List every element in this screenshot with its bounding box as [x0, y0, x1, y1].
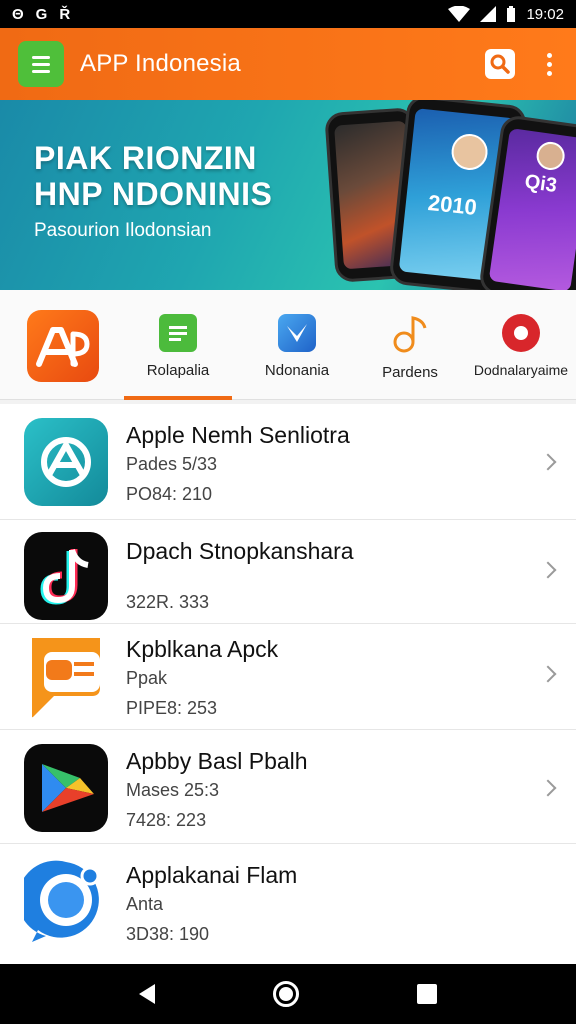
- music-note-icon: [389, 312, 431, 354]
- send-icon: [278, 314, 316, 352]
- search-icon: [490, 54, 510, 74]
- music-note-icon: [24, 532, 108, 620]
- home-icon[interactable]: [273, 981, 299, 1007]
- status-bar: Θ G Ř 19:02: [0, 0, 576, 28]
- banner-title: PIAK RIONZIN HNP NDONINIS: [34, 140, 273, 212]
- menu-icon: [32, 69, 50, 73]
- more-vert-icon: [547, 52, 552, 58]
- banner-subtitle: Pasourion Ilodonsian: [34, 220, 212, 241]
- share-swirl-icon: [24, 418, 108, 506]
- tab-pardens[interactable]: Pardens: [370, 290, 450, 400]
- avatar: [449, 132, 490, 172]
- record-icon: [502, 314, 540, 352]
- chevron-right-icon: [539, 453, 557, 471]
- tab-dodnalaryaime[interactable]: Dodnalaryaime: [466, 290, 576, 400]
- more-vert-icon: [547, 61, 552, 67]
- battery-icon: [507, 6, 516, 22]
- signal-icon: [480, 6, 497, 22]
- app-subtitle: Mases 25:3: [126, 780, 220, 800]
- phone-screen: Qi3: [488, 128, 576, 290]
- ap-logo-icon: [27, 310, 99, 382]
- overflow-menu-button[interactable]: [541, 47, 558, 82]
- phone-screen-text: Qi3: [523, 170, 559, 197]
- app-meta: 3D38: 190: [126, 924, 210, 944]
- chat-bubble-icon: [24, 858, 108, 946]
- wifi-icon: [448, 6, 471, 22]
- recent-apps-icon[interactable]: [417, 984, 437, 1004]
- app-actions: [485, 47, 558, 82]
- document-icon: [159, 314, 197, 352]
- category-home[interactable]: [26, 290, 100, 400]
- app-meta: PIPE8: 253: [126, 698, 218, 718]
- app-title: Apple Nemh Senliotra: [126, 422, 350, 448]
- list-item[interactable]: Apple Nemh Senliotra Pades 5/33 PO84: 21…: [0, 404, 576, 520]
- menu-icon: [32, 62, 50, 66]
- system-nav-bar: [0, 964, 576, 1024]
- list-item[interactable]: Apbby Basl Pbalh Mases 25:3 7428: 223: [0, 730, 576, 844]
- status-time: 19:02: [526, 5, 564, 23]
- chevron-right-icon: [539, 779, 557, 797]
- search-button[interactable]: [485, 49, 515, 79]
- chat-card-icon: [24, 632, 108, 720]
- tab-ndonania[interactable]: Ndonania: [252, 290, 342, 400]
- home-dot: [279, 987, 293, 1001]
- app-title: Dpach Stnopkanshara: [126, 538, 354, 564]
- menu-button[interactable]: [18, 41, 64, 87]
- app-meta: 322R. 333: [126, 592, 210, 612]
- app-subtitle: Pades 5/33: [126, 454, 218, 474]
- more-vert-icon: [547, 70, 552, 76]
- sync-icon: G: [35, 5, 48, 23]
- phone-screen-text: 2010: [426, 189, 479, 220]
- play-triangle-icon: [24, 744, 108, 832]
- sync-icon: Θ: [12, 5, 24, 23]
- app-title: Apbby Basl Pbalh: [126, 748, 308, 774]
- list-item[interactable]: Applakanai Flam Anta 3D38: 190: [0, 844, 576, 964]
- app-title: APP Indonesia: [80, 50, 241, 77]
- app-meta: 7428: 223: [126, 810, 207, 830]
- notification-icon: Ř: [59, 5, 71, 23]
- category-tabs: Rolapalia Ndonania Pardens Dodnalaryaime: [0, 290, 576, 400]
- tab-selected-indicator: [124, 396, 232, 400]
- avatar: [534, 140, 567, 172]
- chevron-right-icon: [539, 665, 557, 683]
- app-subtitle: Ppak: [126, 668, 168, 688]
- status-left-icons: Θ G Ř: [12, 6, 70, 23]
- app-subtitle: Anta: [126, 894, 164, 914]
- tab-label: Rolapalia: [146, 362, 210, 379]
- list-item[interactable]: Dpach Stnopkanshara 322R. 333: [0, 520, 576, 624]
- tab-label: Ndonania: [264, 362, 330, 379]
- tab-rolapalia[interactable]: Rolapalia: [120, 290, 236, 400]
- list-item[interactable]: Kpblkana Apck Ppak PIPE8: 253: [0, 624, 576, 730]
- tab-label: Dodnalaryaime: [473, 362, 569, 378]
- back-icon[interactable]: [139, 984, 155, 1004]
- app-list: Apple Nemh Senliotra Pades 5/33 PO84: 21…: [0, 404, 576, 964]
- promo-banner[interactable]: PIAK RIONZIN HNP NDONINIS Pasourion Ilod…: [0, 100, 576, 290]
- app-title: Kpblkana Apck: [126, 636, 279, 662]
- status-right-icons: 19:02: [448, 6, 564, 23]
- tab-label: Pardens: [382, 364, 438, 381]
- menu-icon: [32, 55, 50, 59]
- app-meta: PO84: 210: [126, 484, 213, 504]
- app-title: Applakanai Flam: [126, 862, 298, 888]
- chevron-right-icon: [539, 561, 557, 579]
- app-bar: APP Indonesia: [0, 28, 576, 100]
